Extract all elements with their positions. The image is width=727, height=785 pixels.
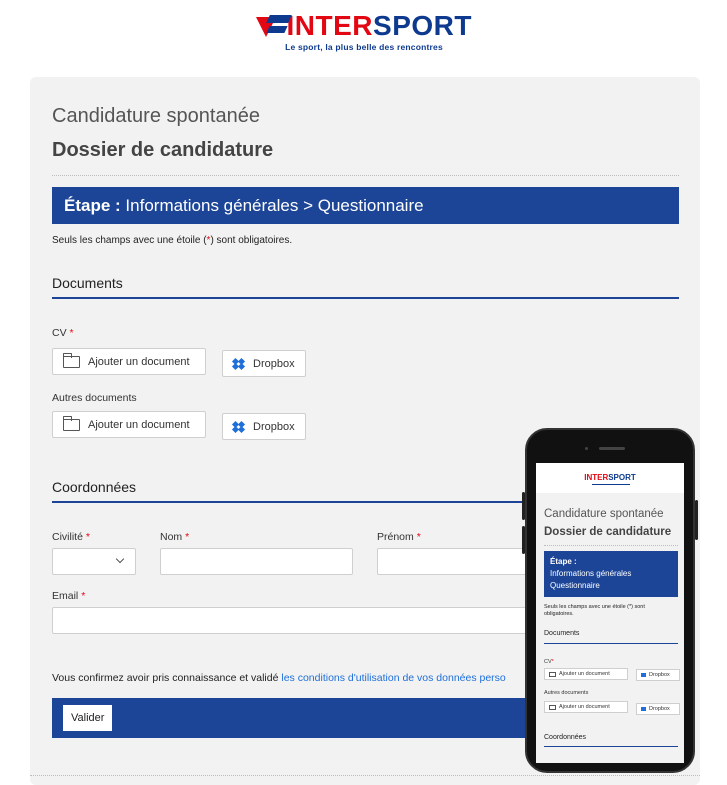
mobile-form-panel: Candidature spontanée Dossier de candida… [536,493,684,763]
mobile-logo: INTERSPORT [584,473,636,482]
intersport-logo[interactable]: INTERSPORT Le sport, la plus belle des r… [256,8,472,60]
firstname-input[interactable] [377,548,537,575]
name-input[interactable] [160,548,353,575]
cv-dropbox-button[interactable]: Dropbox [222,350,306,377]
phone-screen: INTERSPORT Candidature spontanée Dossier… [536,463,684,763]
mobile-documents-title: Documents [544,630,580,637]
mobile-cv-add-button[interactable]: Ajouter un document [544,668,628,680]
name-label: Nom * [160,531,190,543]
contact-section-title: Coordonnées [52,479,137,495]
mobile-other-add-button[interactable]: Ajouter un document [544,701,628,713]
page-subtitle: Dossier de candidature [52,139,274,161]
cv-label: CV * [52,327,74,339]
mobile-step-banner: Étape : Informations générales Questionn… [544,551,678,597]
section-divider [52,297,679,299]
folder-icon [62,352,80,368]
mobile-other-dropbox-button[interactable]: Dropbox [636,703,680,715]
page-title: Candidature spontanée [52,105,260,127]
other-dropbox-button[interactable]: Dropbox [222,413,306,440]
mobile-contact-title: Coordonnées [544,734,587,741]
step-banner: Étape : Informations générales > Questio… [52,187,679,224]
required-fields-note: Seuls les champs avec une étoile (*) son… [52,235,293,246]
step-text: Informations générales > Questionnaire [125,196,424,215]
other-add-document-button[interactable]: Ajouter un document [52,411,206,438]
submit-button[interactable]: Valider [63,705,113,731]
mobile-subtitle: Dossier de candidature [544,526,672,538]
consent-text: Vous confirmez avoir pris connaissance e… [52,672,506,684]
mobile-other-docs-label: Autres documents [544,690,589,696]
chevron-down-icon [115,554,125,564]
civility-label: Civilité * [52,531,90,543]
mobile-title: Candidature spontanée [544,508,664,520]
mobile-cv-label: CV* [544,659,554,665]
dropbox-icon [231,357,246,370]
email-label: Email * [52,590,86,602]
intersport-mark-icon [256,15,292,37]
divider [52,175,679,176]
speaker-icon [599,447,625,450]
documents-section-title: Documents [52,275,123,291]
civility-select[interactable] [52,548,136,575]
email-input[interactable] [52,607,532,634]
phone-mockup: INTERSPORT Candidature spontanée Dossier… [522,428,698,773]
logo-text: INTERSPORT [286,10,472,41]
mobile-cv-dropbox-button[interactable]: Dropbox [636,669,680,681]
firstname-label: Prénom * [377,531,421,543]
logo-tagline: Le sport, la plus belle des rencontres [285,42,443,52]
camera-icon [585,447,588,450]
divider [30,775,700,776]
step-label: Étape : [64,196,121,215]
cv-add-document-button[interactable]: Ajouter un document [52,348,206,375]
dropbox-icon [231,420,246,433]
folder-icon [62,415,80,431]
mobile-required-note: Seuls les champs avec une étoile (*) son… [544,604,645,617]
other-documents-label: Autres documents [52,392,137,404]
data-terms-link[interactable]: les conditions d'utilisation de vos donn… [281,672,505,684]
